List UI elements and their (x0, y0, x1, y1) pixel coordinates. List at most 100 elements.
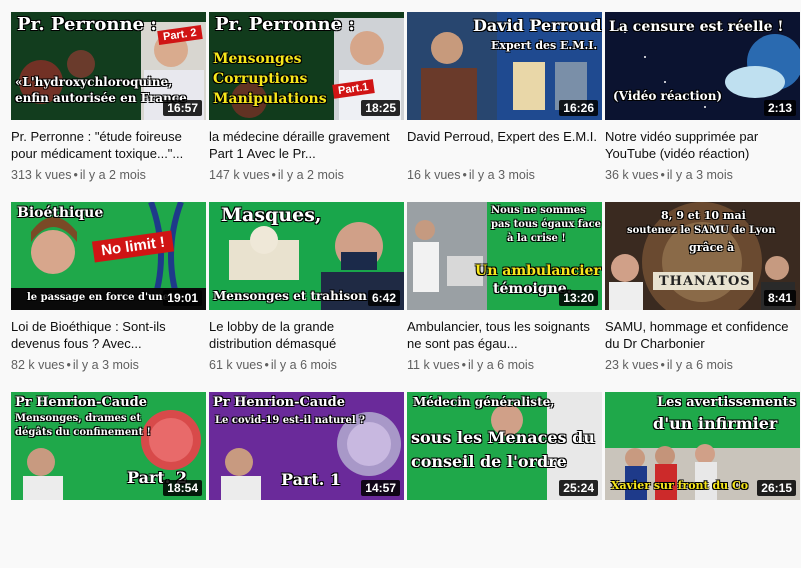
thumb-text: Xavier sur front du Co (611, 479, 749, 492)
thumb-text: Nous ne sommes (491, 205, 586, 216)
video-card[interactable]: David Perroud Expert des E.M.I. 16:26 Da… (407, 12, 602, 188)
video-meta: 36 k vues • il y a 3 mois (605, 168, 800, 182)
upload-age: il y a 3 mois (666, 168, 733, 182)
meta-separator: • (660, 168, 665, 182)
thumb-text: dégâts du confinement ! (15, 427, 151, 438)
thumb-title: Pr. Perronne : (215, 14, 355, 35)
thumb-text: enfin autorisée en France (15, 91, 187, 105)
thumb-text: pas tous égaux face (491, 219, 602, 230)
video-title[interactable] (407, 508, 602, 542)
thumb-text: Le covid-19 est-il naturel ? (215, 415, 366, 426)
video-card[interactable]: Nous ne sommes pas tous égaux face à la … (407, 202, 602, 378)
thumb-logo-text: THANATOS (659, 274, 751, 289)
thumb-title: Bioéthique (17, 205, 104, 221)
video-thumbnail[interactable]: La censure est réelle ! (Vidéo réaction)… (605, 12, 800, 120)
video-meta: 16 k vues • il y a 3 mois (407, 168, 602, 182)
video-meta: 147 k vues • il y a 2 mois (209, 168, 404, 182)
video-thumbnail[interactable]: David Perroud Expert des E.M.I. 16:26 (407, 12, 602, 120)
meta-separator: • (66, 358, 71, 372)
video-title[interactable]: SAMU, hommage et confidence du Dr Charbo… (605, 318, 800, 352)
video-thumbnail[interactable]: Pr Henrion-Caude Mensonges, drames et dé… (11, 392, 206, 500)
video-card[interactable]: Les avertissements d'un infirmier Xavier… (605, 392, 800, 568)
upload-age: il y a 3 mois (468, 168, 535, 182)
video-meta: 11 k vues • il y a 6 mois (407, 358, 602, 372)
video-thumbnail[interactable]: Pr. Perronne : Part.1 Mensonges Corrupti… (209, 12, 404, 120)
thumb-title: La censure est réelle ! (609, 19, 784, 35)
video-title[interactable] (605, 508, 800, 542)
thumb-title: Pr. Perronne : (17, 14, 157, 35)
video-duration: 18:54 (163, 480, 202, 496)
video-card[interactable]: La censure est réelle ! (Vidéo réaction)… (605, 12, 800, 188)
thumb-text: Mensonges et trahison (213, 289, 367, 303)
thumb-title: David Perroud (473, 16, 602, 35)
video-card[interactable]: Pr Henrion-Caude Mensonges, drames et dé… (11, 392, 206, 568)
video-title[interactable]: la médecine déraille gravement Part 1 Av… (209, 128, 404, 162)
thumb-text: Corruptions (213, 71, 308, 87)
video-title[interactable]: Pr. Perronne : "étude foireuse pour médi… (11, 128, 206, 162)
upload-age: il y a 6 mois (666, 358, 733, 372)
meta-separator: • (660, 358, 665, 372)
video-card[interactable]: Bioéthique No limit ! le passage en forc… (11, 202, 206, 378)
video-thumbnail[interactable]: 8, 9 et 10 mai soutenez le SAMU de Lyon … (605, 202, 800, 310)
video-grid: Pr. Perronne : Part. 2 «L'hydroxychloroq… (11, 12, 800, 568)
video-meta: 61 k vues • il y a 6 mois (209, 358, 404, 372)
upload-age: il y a 2 mois (79, 168, 146, 182)
thumb-title: Pr Henrion-Caude (15, 395, 148, 410)
video-title[interactable]: Le lobby de la grande distribution démas… (209, 318, 404, 352)
thumb-text: soutenez le SAMU de Lyon (627, 225, 776, 236)
thumb-text: (Vidéo réaction) (613, 89, 723, 103)
video-thumbnail[interactable]: Médecin généraliste, sous les Menaces du… (407, 392, 602, 500)
view-count: 147 k vues (209, 168, 270, 182)
video-card[interactable]: Pr. Perronne : Part. 2 «L'hydroxychloroq… (11, 12, 206, 188)
video-meta: 23 k vues • il y a 6 mois (605, 358, 800, 372)
upload-age: il y a 2 mois (277, 168, 344, 182)
video-title[interactable]: David Perroud, Expert des E.M.I. (407, 128, 602, 162)
video-meta: 313 k vues • il y a 2 mois (11, 168, 206, 182)
view-count: 313 k vues (11, 168, 72, 182)
video-thumbnail[interactable]: Pr Henrion-Caude Le covid-19 est-il natu… (209, 392, 404, 500)
meta-separator: • (73, 168, 78, 182)
meta-separator: • (271, 168, 276, 182)
thumb-title: Médecin généraliste, (413, 395, 555, 409)
video-card[interactable]: Pr Henrion-Caude Le covid-19 est-il natu… (209, 392, 404, 568)
video-thumbnail[interactable]: Bioéthique No limit ! le passage en forc… (11, 202, 206, 310)
thumb-title: 8, 9 et 10 mai (661, 209, 746, 222)
thumb-text: «L'hydroxychloroquine, (15, 75, 173, 89)
video-thumbnail[interactable]: Les avertissements d'un infirmier Xavier… (605, 392, 800, 500)
view-count: 11 k vues (407, 358, 460, 372)
video-title[interactable]: Notre vidéo supprimée par YouTube (vidéo… (605, 128, 800, 162)
video-title[interactable] (209, 508, 404, 542)
video-thumbnail[interactable]: Nous ne sommes pas tous égaux face à la … (407, 202, 602, 310)
view-count: 61 k vues (209, 358, 263, 372)
video-duration: 14:57 (361, 480, 400, 496)
thumb-text: conseil de l'ordre (411, 452, 567, 471)
video-thumbnail[interactable]: Masques, Mensonges et trahison 6:42 (209, 202, 404, 310)
thumb-text: grâce à (689, 241, 735, 254)
video-card[interactable]: 8, 9 et 10 mai soutenez le SAMU de Lyon … (605, 202, 800, 378)
view-count: 16 k vues (407, 168, 461, 182)
video-thumbnail[interactable]: Pr. Perronne : Part. 2 «L'hydroxychloroq… (11, 12, 206, 120)
video-meta: 82 k vues • il y a 3 mois (11, 358, 206, 372)
thumb-text: Expert des E.M.I. (491, 39, 598, 52)
thumb-text: le passage en force d'une (27, 292, 169, 303)
video-duration: 8:41 (763, 290, 796, 306)
thumb-title: Pr Henrion-Caude (213, 395, 346, 410)
thumb-text: Mensonges (213, 51, 302, 67)
video-duration: 26:15 (757, 480, 796, 496)
thumb-text: Mensonges, drames et (15, 413, 141, 424)
video-duration: 13:20 (559, 290, 598, 306)
thumb-text: Un ambulancier (475, 263, 601, 279)
video-title[interactable]: Loi de Bioéthique : Sont-ils devenus fou… (11, 318, 206, 352)
thumb-text: Manipulations (213, 91, 327, 107)
video-title[interactable]: Ambulancier, tous les soignants ne sont … (407, 318, 602, 352)
video-title[interactable] (11, 508, 206, 542)
thumb-title: Masques, (221, 204, 322, 226)
view-count: 36 k vues (605, 168, 659, 182)
upload-age: il y a 6 mois (467, 358, 534, 372)
video-card[interactable]: Pr. Perronne : Part.1 Mensonges Corrupti… (209, 12, 404, 188)
video-duration: 25:24 (559, 480, 598, 496)
thumb-text: sous les Menaces du (411, 428, 595, 447)
video-card[interactable]: Masques, Mensonges et trahison 6:42 Le l… (209, 202, 404, 378)
video-card[interactable]: Médecin généraliste, sous les Menaces du… (407, 392, 602, 568)
meta-separator: • (264, 358, 269, 372)
